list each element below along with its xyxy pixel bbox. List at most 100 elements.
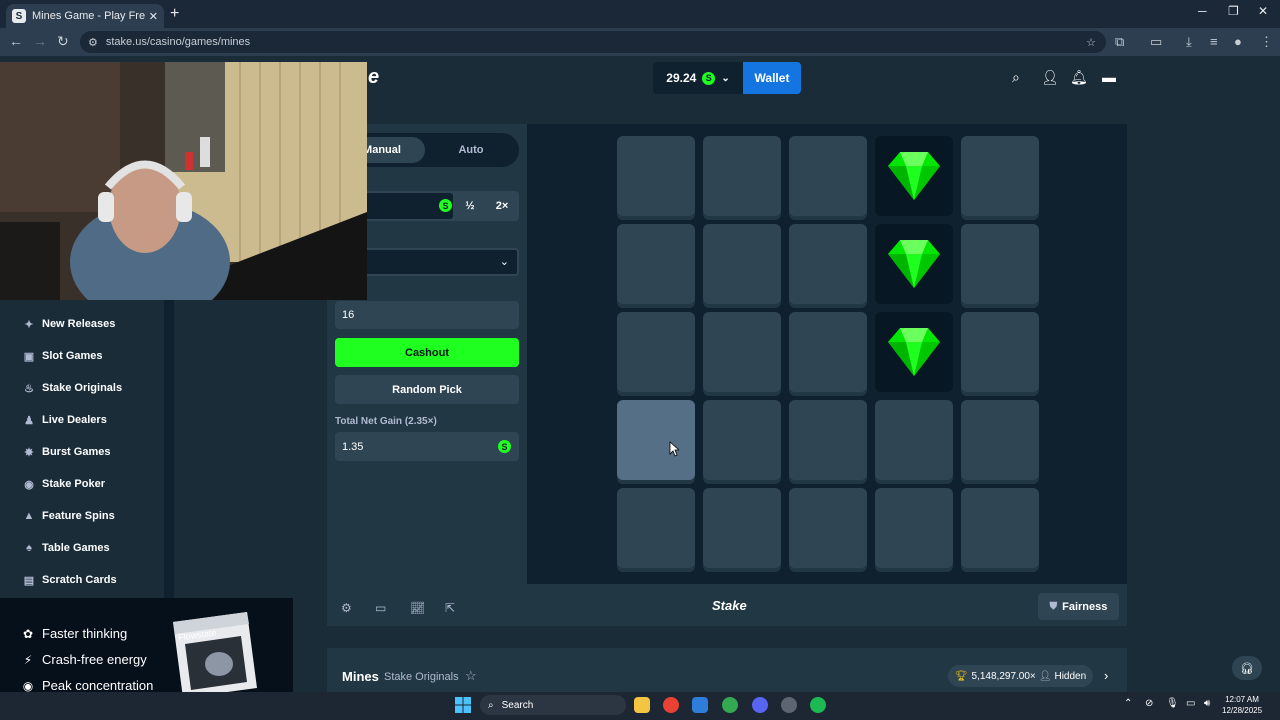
cast-icon[interactable]: ▭ <box>1150 34 1162 50</box>
mines-tile[interactable] <box>617 136 695 216</box>
fairness-label: Fairness <box>1062 600 1108 613</box>
wallet-button[interactable]: Wallet <box>743 62 801 94</box>
brain-icon: ✿ <box>22 626 34 641</box>
forward-icon[interactable]: → <box>33 33 47 49</box>
cashout-button[interactable]: Cashout <box>335 338 519 367</box>
windows-start-icon[interactable] <box>455 697 471 713</box>
mines-tile[interactable] <box>961 400 1039 480</box>
chrome-active-icon[interactable] <box>722 697 738 713</box>
sidebar-item-new-releases[interactable]: ✦ New Releases <box>12 308 162 340</box>
mines-tile[interactable] <box>617 400 695 480</box>
gem-icon <box>888 240 940 288</box>
volume-icon[interactable]: 🔊︎ <box>1204 698 1210 709</box>
mines-tile[interactable] <box>875 488 953 568</box>
sidebar-item-stake-poker[interactable]: ◉ Stake Poker <box>12 468 162 500</box>
address-bar[interactable]: ⚙ stake.us/casino/games/mines ☆ <box>80 31 1106 53</box>
mines-tile[interactable] <box>703 400 781 480</box>
ad-line-text: Peak concentration <box>42 678 154 693</box>
mines-tile-gem[interactable] <box>875 312 953 392</box>
mines-tile[interactable] <box>703 488 781 568</box>
sidebar-item-slot-games[interactable]: ▣ Slot Games <box>12 340 162 372</box>
chrome-icon[interactable] <box>663 697 679 713</box>
tray-overflow-icon[interactable]: ⌃ <box>1124 698 1132 709</box>
sidebar-item-label: Live Dealers <box>42 414 107 426</box>
game-provider-link[interactable]: Stake Originals <box>384 671 459 683</box>
mines-tile[interactable] <box>789 488 867 568</box>
settings-gear-icon[interactable]: ⚙ <box>341 601 352 615</box>
mines-tile[interactable] <box>703 224 781 304</box>
microphone-icon[interactable]: 🎙︎ <box>1166 698 1179 709</box>
mines-board <box>527 124 1127 584</box>
download-icon[interactable]: ⤓ <box>1186 34 1192 50</box>
popout-icon[interactable]: ⇱ <box>445 601 455 615</box>
restore-icon[interactable]: ❐ <box>1228 4 1239 18</box>
sidebar-item-table-games[interactable]: ♠ Table Games <box>12 532 162 564</box>
sidebar-item-live-dealers[interactable]: ♟ Live Dealers <box>12 404 162 436</box>
balance-selector[interactable]: 29.24 S ⌄ <box>653 62 743 94</box>
double-bet-button[interactable]: 2× <box>487 193 517 219</box>
mines-tile[interactable] <box>961 488 1039 568</box>
sidebar-item-burst-games[interactable]: ✸ Burst Games <box>12 436 162 468</box>
random-pick-button[interactable]: Random Pick <box>335 375 519 404</box>
top-win-badge[interactable]: 🏆︎ 5,148,297.00× 👤︎ Hidden <box>948 665 1093 687</box>
chevron-down-icon: ⌄ <box>721 72 730 84</box>
discord-icon[interactable] <box>752 697 768 713</box>
mines-tile[interactable] <box>961 224 1039 304</box>
top-win-multiplier: 5,148,297.00× <box>971 670 1036 682</box>
file-explorer-icon[interactable] <box>634 697 650 713</box>
support-headset-button[interactable]: 🎧︎ <box>1232 656 1262 680</box>
mines-tile[interactable] <box>789 224 867 304</box>
search-icon[interactable]: ⌕ <box>1012 69 1020 86</box>
mines-tile[interactable] <box>617 488 695 568</box>
mines-tile[interactable] <box>961 312 1039 392</box>
mines-tile[interactable] <box>703 312 781 392</box>
new-tab-icon[interactable]: + <box>170 5 179 23</box>
tray-icon[interactable]: ⊘ <box>1145 698 1153 709</box>
half-bet-button[interactable]: ½ <box>455 193 485 219</box>
favorite-star-icon[interactable]: ☆ <box>465 668 477 684</box>
close-window-icon[interactable]: ✕ <box>1258 4 1268 18</box>
mines-tile[interactable] <box>617 224 695 304</box>
gems-count-field: 16 <box>335 301 519 329</box>
menu-dots-icon[interactable]: ⋮ <box>1260 34 1273 50</box>
mines-tile[interactable] <box>961 136 1039 216</box>
sidebar-item-scratch-cards[interactable]: ▤ Scratch Cards <box>12 564 162 596</box>
chevron-right-icon[interactable]: › <box>1104 668 1108 683</box>
theatre-mode-icon[interactable]: ▭ <box>375 601 386 615</box>
stake-logo[interactable]: e <box>368 66 379 89</box>
network-icon[interactable]: ▭ <box>1186 698 1195 709</box>
mines-tile[interactable] <box>789 136 867 216</box>
app-icon-2[interactable] <box>781 697 797 713</box>
app-icon[interactable] <box>692 697 708 713</box>
notifications-icon[interactable]: 🔔︎ <box>1070 69 1088 86</box>
bookmark-star-icon[interactable]: ☆ <box>1086 36 1096 49</box>
tab-auto[interactable]: Auto <box>427 137 515 163</box>
fairness-button[interactable]: ⛊ Fairness <box>1038 593 1119 620</box>
chat-icon[interactable]: ▬ <box>1102 69 1116 85</box>
user-icon[interactable]: 👤︎ <box>1041 69 1059 86</box>
mines-tile[interactable] <box>789 312 867 392</box>
site-info-icon[interactable]: ⚙ <box>88 36 98 49</box>
minimize-icon[interactable]: ─ <box>1198 4 1207 18</box>
sidebar-item-stake-originals[interactable]: ♨ Stake Originals <box>12 372 162 404</box>
stats-chart-icon[interactable]: 📈︎ <box>410 601 425 615</box>
extensions-icon[interactable]: ⧉ <box>1115 34 1124 50</box>
mines-tile-gem[interactable] <box>875 224 953 304</box>
spotify-icon[interactable] <box>810 697 826 713</box>
close-tab-icon[interactable]: ✕ <box>149 10 158 23</box>
back-icon[interactable]: ← <box>9 33 23 49</box>
mines-tile[interactable] <box>875 400 953 480</box>
sidebar-item-feature-spins[interactable]: ▲ Feature Spins <box>12 500 162 532</box>
profile-avatar-icon[interactable]: ● <box>1234 34 1242 49</box>
taskbar-search[interactable]: ⌕ Search <box>480 695 626 715</box>
mines-tile-gem[interactable] <box>875 136 953 216</box>
taskbar-clock[interactable]: 12:07 AM 12/28/2025 <box>1222 694 1262 716</box>
mines-tile[interactable] <box>789 400 867 480</box>
mines-tile[interactable] <box>617 312 695 392</box>
mines-tile[interactable] <box>703 136 781 216</box>
sweeps-coin-icon: S <box>498 440 511 453</box>
scratch-icon: ▤ <box>23 574 35 587</box>
media-icon[interactable]: ≡ <box>1210 34 1218 49</box>
browser-tab[interactable]: S Mines Game - Play Free Social ✕ <box>6 4 164 28</box>
reload-icon[interactable]: ↻ <box>57 33 69 50</box>
